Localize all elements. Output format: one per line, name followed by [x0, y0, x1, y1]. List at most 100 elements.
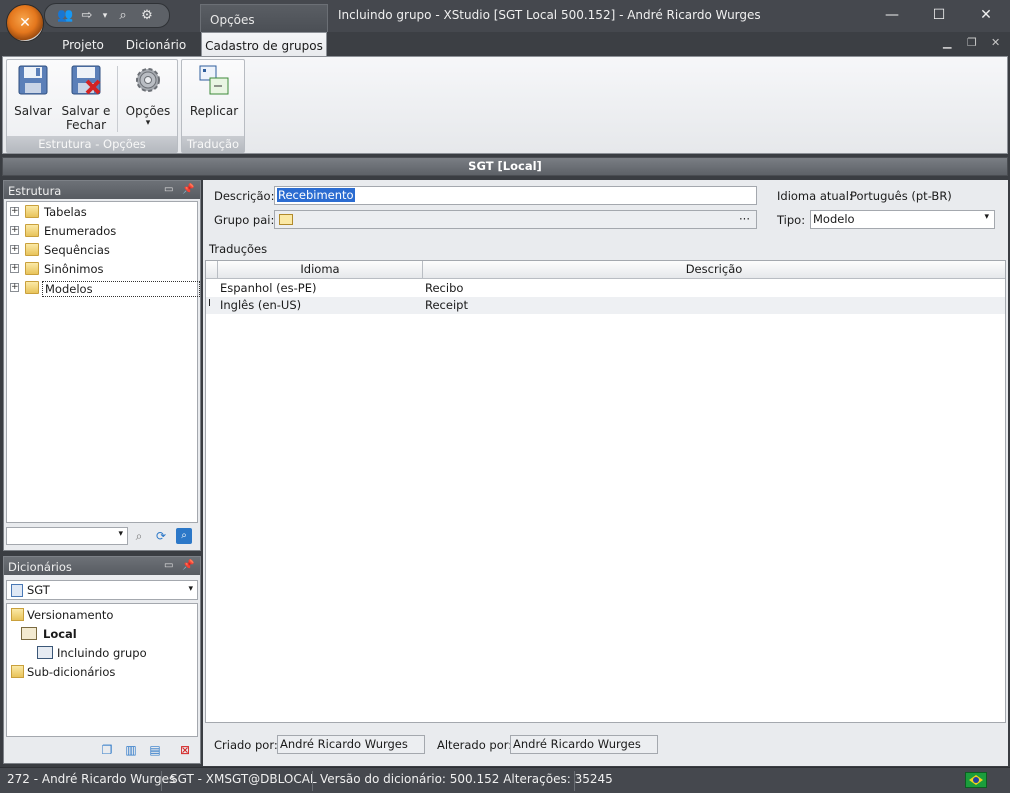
- dicionarios-panel: Dicionários ▭ 📌 SGT ▾ Versionamento Loca…: [3, 556, 201, 764]
- tree-item-enumerados[interactable]: + Enumerados: [7, 222, 197, 241]
- expand-icon[interactable]: +: [10, 283, 19, 292]
- status-bar: 272 - André Ricardo Wurges SGT - XMSGT@D…: [0, 767, 1010, 793]
- traducoes-grid: Idioma Descrição Espanhol (es-PE) Recibo…: [205, 260, 1006, 723]
- tree-item-sequencias[interactable]: + Sequências: [7, 241, 197, 260]
- dicionarios-panel-title: Dicionários: [8, 560, 72, 574]
- expand-icon[interactable]: +: [10, 207, 19, 216]
- tipo-label: Tipo:: [777, 213, 806, 227]
- ribbon-group-estrutura: Salvar Salvar e Fechar Opções ▾ Estrutur…: [6, 59, 178, 153]
- find-icon[interactable]: ⌕: [176, 528, 192, 544]
- cell-idioma[interactable]: Inglês (en-US): [220, 298, 301, 312]
- pin-icon[interactable]: 📌: [182, 184, 194, 195]
- cascade-windows-icon[interactable]: ❐: [98, 741, 116, 759]
- options-button-label: Opções: [125, 104, 171, 118]
- tree-item-versionamento[interactable]: Versionamento: [11, 606, 197, 625]
- maximize-button[interactable]: ☐: [917, 3, 961, 27]
- cell-descricao[interactable]: Receipt: [425, 298, 468, 312]
- context-tab-title: Opções: [200, 4, 328, 32]
- mdi-close-icon[interactable]: ✕: [991, 36, 1000, 49]
- replicate-button[interactable]: Replicar: [186, 64, 242, 118]
- tree-item-incluindo-grupo[interactable]: Incluindo grupo: [37, 644, 197, 663]
- chevron-down-icon[interactable]: ▾: [188, 584, 193, 594]
- mdi-minimize-icon[interactable]: ▁: [943, 36, 951, 49]
- replicate-button-label: Replicar: [189, 104, 239, 118]
- descricao-value: Recebimento: [277, 188, 355, 202]
- status-separator: [161, 771, 162, 791]
- tree-item-label: Sinônimos: [44, 262, 104, 276]
- export-icon[interactable]: ⇨: [79, 8, 95, 24]
- folder-icon: [25, 205, 39, 218]
- criado-por-value: André Ricardo Wurges: [277, 735, 425, 754]
- options-button[interactable]: Opções ▾: [124, 64, 172, 128]
- dictionary-icon: [11, 584, 23, 597]
- estrutura-panel-title: Estrutura: [8, 184, 62, 198]
- tile-horizontal-icon[interactable]: ▤: [146, 741, 164, 759]
- panel-minimize-icon[interactable]: ▭: [164, 184, 173, 195]
- group-folder-icon: [279, 214, 293, 225]
- dicionarios-panel-header: Dicionários ▭ 📌: [4, 557, 200, 575]
- idioma-atual-label: Idioma atual:: [777, 189, 853, 203]
- row-edit-indicator: I: [208, 298, 211, 309]
- replicate-icon: [198, 64, 230, 96]
- alterado-por-label: Alterado por:: [437, 738, 513, 752]
- close-all-windows-icon[interactable]: ⊠: [176, 741, 194, 759]
- panel-minimize-icon[interactable]: ▭: [164, 560, 173, 571]
- tree-item-label: Enumerados: [44, 224, 117, 238]
- dropdown-icon[interactable]: ▾: [97, 8, 113, 24]
- column-header-idioma[interactable]: Idioma: [218, 261, 423, 279]
- column-header-descricao[interactable]: Descrição: [423, 261, 1005, 279]
- status-separator: [312, 771, 313, 791]
- tree-item-sinonimos[interactable]: + Sinônimos: [7, 260, 197, 279]
- chevron-down-icon[interactable]: ▾: [118, 529, 123, 539]
- search-icon[interactable]: ⌕: [130, 527, 148, 545]
- table-row[interactable]: I Inglês (en-US) Receipt: [206, 297, 1005, 314]
- tipo-select-value: Modelo: [813, 212, 855, 226]
- search-icon[interactable]: ⌕: [115, 8, 131, 24]
- floppy-disk-icon: [17, 64, 49, 96]
- cell-idioma[interactable]: Espanhol (es-PE): [220, 281, 316, 295]
- dicionario-select[interactable]: SGT ▾: [6, 580, 198, 600]
- mdi-restore-icon[interactable]: ❐: [967, 36, 977, 49]
- estrutura-search-input[interactable]: ▾: [6, 527, 128, 545]
- app-menu-button[interactable]: ✕: [6, 4, 44, 42]
- chevron-down-icon[interactable]: ▾: [984, 212, 989, 222]
- save-close-button[interactable]: Salvar e Fechar: [61, 64, 111, 132]
- app-logo-icon: ✕: [19, 15, 31, 31]
- descricao-input[interactable]: Recebimento: [274, 186, 757, 205]
- refresh-icon[interactable]: ⟳: [152, 527, 170, 545]
- ribbon-separator: [117, 66, 118, 132]
- folder-icon: [25, 262, 39, 275]
- grupo-pai-input[interactable]: ···: [274, 210, 757, 229]
- ribbon: Salvar Salvar e Fechar Opções ▾ Estrutur…: [2, 56, 1008, 154]
- folder-icon: [25, 281, 39, 294]
- close-button[interactable]: ✕: [964, 3, 1008, 27]
- tree-item-modelos[interactable]: + Modelos: [7, 279, 200, 298]
- tab-projeto[interactable]: Projeto: [56, 32, 110, 56]
- options-dropdown-icon: ▾: [145, 118, 151, 128]
- pin-icon[interactable]: 📌: [182, 560, 194, 571]
- users-icon[interactable]: 👥: [57, 8, 73, 24]
- grupo-pai-label: Grupo pai:: [214, 213, 275, 227]
- document-header: SGT [Local]: [2, 157, 1008, 176]
- tab-cadastro-de-grupos[interactable]: Cadastro de grupos: [201, 32, 327, 57]
- cell-descricao[interactable]: Recibo: [425, 281, 463, 295]
- estrutura-panel: Estrutura ▭ 📌 + Tabelas + Enumerados + S…: [3, 180, 201, 551]
- status-separator: [574, 771, 575, 791]
- table-row[interactable]: Espanhol (es-PE) Recibo: [206, 280, 1005, 297]
- tile-vertical-icon[interactable]: ▥: [122, 741, 140, 759]
- tipo-select[interactable]: Modelo ▾: [810, 210, 995, 229]
- dicionarios-tree: Versionamento Local Incluindo grupo Sub-…: [6, 603, 198, 737]
- expand-icon[interactable]: +: [10, 245, 19, 254]
- brazil-flag-icon[interactable]: [965, 772, 987, 788]
- tree-item-tabelas[interactable]: + Tabelas: [7, 203, 197, 222]
- tree-item-label: Tabelas: [44, 205, 87, 219]
- gear-icon[interactable]: ⚙: [139, 8, 155, 24]
- grupo-pai-browse-button[interactable]: ···: [739, 212, 750, 226]
- expand-icon[interactable]: +: [10, 264, 19, 273]
- save-button[interactable]: Salvar: [11, 64, 55, 118]
- expand-icon[interactable]: +: [10, 226, 19, 235]
- tab-dicionario[interactable]: Dicionário: [120, 32, 192, 56]
- tree-item-sub-dicionarios[interactable]: Sub-dicionários: [11, 663, 197, 682]
- tree-item-local[interactable]: Local: [21, 625, 197, 644]
- minimize-button[interactable]: —: [870, 3, 914, 27]
